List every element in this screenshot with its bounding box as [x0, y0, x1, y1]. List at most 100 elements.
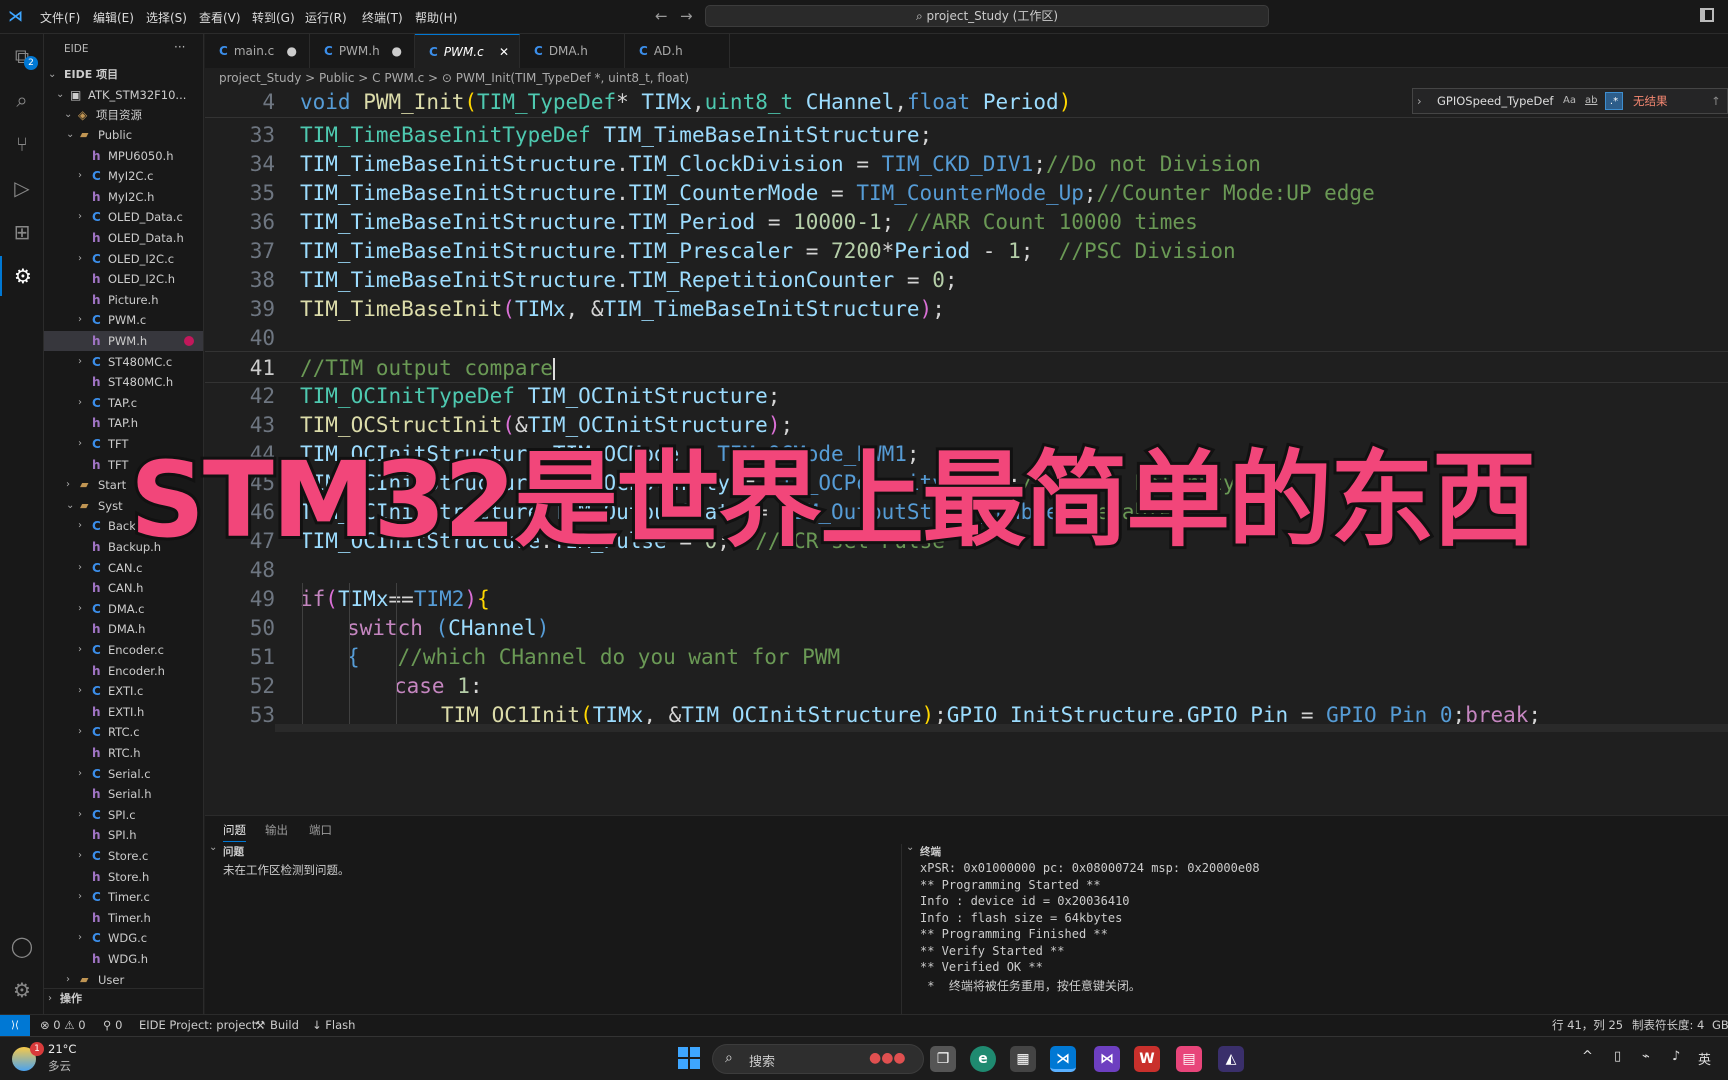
panel-tab[interactable]: 输出: [265, 822, 288, 838]
file-item[interactable]: › C Serial.c: [44, 764, 203, 784]
unsaved-dot-icon[interactable]: ●: [287, 34, 297, 68]
code-line[interactable]: 42 TIM_OCInitTypeDef TIM_OCInitStructure;: [205, 380, 1728, 412]
folder-item[interactable]: › ▰ User: [44, 970, 203, 990]
menu-item[interactable]: 运行(R): [305, 9, 347, 26]
file-item[interactable]: › C EXTI.c: [44, 681, 203, 701]
edge-browser-icon[interactable]: e: [970, 1046, 996, 1072]
remote-indicator[interactable]: ⟩⟨: [0, 1015, 30, 1036]
task-view-icon[interactable]: ❐: [930, 1046, 956, 1072]
match-case-toggle[interactable]: Aa: [1563, 89, 1576, 113]
menu-item[interactable]: 终端(T): [362, 9, 403, 26]
menu-item[interactable]: 转到(G): [252, 9, 295, 26]
file-item[interactable]: h OLED_Data.h: [44, 228, 203, 248]
file-item[interactable]: h SPI.h: [44, 825, 203, 845]
problems-count[interactable]: ⊗ 0 ⚠ 0: [40, 1015, 86, 1036]
back-arrow-icon[interactable]: ←: [655, 7, 668, 25]
code-line[interactable]: 34 TIM_TimeBaseInitStructure.TIM_ClockDiv…: [205, 148, 1728, 180]
code-line[interactable]: 51 { //which CHannel do you want for PWM: [205, 641, 1728, 673]
tray-expand-icon[interactable]: ^: [1582, 1049, 1593, 1064]
tab-pwm-c[interactable]: C PWM.c ✕: [415, 34, 520, 68]
flash-button[interactable]: ↓ Flash: [312, 1015, 355, 1036]
code-line[interactable]: 35 TIM_TimeBaseInitStructure.TIM_CounterM…: [205, 177, 1728, 209]
tab-dma-h[interactable]: C DMA.h: [520, 34, 625, 68]
file-item[interactable]: h Timer.h: [44, 908, 203, 928]
folder-item[interactable]: ⌄ ▰ Public: [44, 125, 203, 145]
file-item[interactable]: › C PWM.c: [44, 310, 203, 330]
tab-size[interactable]: 制表符长度: 4: [1632, 1015, 1704, 1036]
chevron-down-icon[interactable]: ⌄: [906, 842, 914, 853]
vscode-taskbar-icon[interactable]: ⋊: [1050, 1046, 1076, 1072]
section-operations[interactable]: › 操作: [44, 988, 203, 1008]
file-item[interactable]: › C OLED_I2C.c: [44, 249, 203, 269]
file-item[interactable]: › C Encoder.c: [44, 640, 203, 660]
network-icon[interactable]: ⌁: [1642, 1049, 1650, 1064]
menu-item[interactable]: 选择(S): [146, 9, 187, 26]
code-line[interactable]: 52 case 1:: [205, 670, 1728, 702]
file-item[interactable]: › C WDG.c: [44, 928, 203, 948]
menu-item[interactable]: 帮助(H): [415, 9, 457, 26]
resources-node[interactable]: ⌄ ◈ 项目资源: [44, 105, 203, 125]
toggle-sidebar-icon[interactable]: [1700, 8, 1714, 22]
tab-ad-h[interactable]: C AD.h: [625, 34, 730, 68]
find-input[interactable]: GPIOSpeed_TypeDef: [1437, 89, 1553, 113]
project-node[interactable]: ⌄ ▣ ATK_STM32F10...: [44, 85, 203, 105]
code-line[interactable]: 41//TIM output compare: [205, 351, 1728, 383]
visual-studio-icon[interactable]: ⋈: [1094, 1046, 1120, 1072]
file-item[interactable]: h Serial.h: [44, 784, 203, 804]
file-item[interactable]: h WDG.h: [44, 949, 203, 969]
wps-office-icon[interactable]: W: [1134, 1046, 1160, 1072]
chevron-down-icon[interactable]: ⌄: [209, 842, 217, 853]
code-line[interactable]: 39 TIM_TimeBaseInit(TIMx, &TIM_TimeBaseIn…: [205, 293, 1728, 325]
extensions-icon[interactable]: ⊞: [0, 212, 44, 252]
file-item[interactable]: › C MyI2C.c: [44, 166, 203, 186]
code-line[interactable]: 33 TIM_TimeBaseInitTypeDef TIM_TimeBaseIn…: [205, 119, 1728, 151]
horizontal-scrollbar[interactable]: [275, 724, 1728, 732]
unsaved-dot-icon[interactable]: ●: [392, 34, 402, 68]
code-line[interactable]: 40: [205, 322, 1728, 354]
previous-match-icon[interactable]: ↑: [1711, 89, 1721, 113]
menu-item[interactable]: 编辑(E): [93, 9, 134, 26]
search-icon[interactable]: ⌕: [0, 80, 44, 120]
eide-chip-icon[interactable]: ⚙: [0, 256, 44, 296]
more-actions-icon[interactable]: ···: [174, 40, 185, 54]
run-debug-icon[interactable]: ▷: [0, 168, 44, 208]
file-item[interactable]: h RTC.h: [44, 743, 203, 763]
file-item[interactable]: › C DMA.c: [44, 599, 203, 619]
microphone-icon[interactable]: ♪: [1672, 1049, 1680, 1064]
menu-item[interactable]: 文件(F): [40, 9, 80, 26]
code-line[interactable]: 36 TIM_TimeBaseInitStructure.TIM_Period =…: [205, 206, 1728, 238]
file-item[interactable]: › C TAP.c: [44, 393, 203, 413]
taskbar-search[interactable]: ⌕ 搜索 ●●●: [712, 1044, 924, 1074]
explorer-icon[interactable]: ⧉: [0, 36, 44, 76]
breadcrumb[interactable]: project_Study > Public > C PWM.c > ⊙ PWM…: [205, 68, 1728, 88]
encoding[interactable]: GB: [1712, 1015, 1728, 1036]
input-language[interactable]: 英: [1698, 1049, 1711, 1068]
file-item[interactable]: h CAN.h: [44, 578, 203, 598]
file-item[interactable]: › C SPI.c: [44, 805, 203, 825]
cursor-position[interactable]: 行 41，列 25: [1552, 1015, 1623, 1036]
app-icon[interactable]: ◭: [1218, 1046, 1244, 1072]
file-item[interactable]: h Encoder.h: [44, 661, 203, 681]
file-item[interactable]: › C Timer.c: [44, 887, 203, 907]
whole-word-toggle[interactable]: ab: [1585, 89, 1597, 113]
file-item[interactable]: › C ST480MC.c: [44, 352, 203, 372]
build-button[interactable]: Build: [270, 1015, 299, 1036]
chevron-right-icon[interactable]: ›: [1417, 89, 1422, 113]
file-item[interactable]: › C OLED_Data.c: [44, 207, 203, 227]
command-center-search[interactable]: ⌕ project_Study (工作区): [705, 5, 1269, 27]
panel-tab[interactable]: 端口: [309, 822, 332, 838]
file-item[interactable]: › C RTC.c: [44, 722, 203, 742]
terminal-view[interactable]: ⌄ 终端 xPSR: 0x01000000 pc: 0x08000724 msp…: [901, 842, 1728, 1016]
file-item[interactable]: › C Store.c: [44, 846, 203, 866]
ports-count[interactable]: ⚲ 0: [103, 1015, 122, 1036]
regex-toggle[interactable]: .*: [1605, 92, 1623, 110]
eide-project-status[interactable]: EIDE Project: project: [139, 1015, 256, 1036]
start-button[interactable]: [678, 1047, 700, 1069]
code-line[interactable]: 38 TIM_TimeBaseInitStructure.TIM_Repetiti…: [205, 264, 1728, 296]
code-line[interactable]: 50 switch (CHannel): [205, 612, 1728, 644]
menu-item[interactable]: 查看(V): [199, 9, 241, 26]
file-item[interactable]: h OLED_I2C.h: [44, 269, 203, 289]
section-eide-project[interactable]: ⌄ EIDE 项目: [44, 65, 203, 85]
file-item[interactable]: h MyI2C.h: [44, 187, 203, 207]
store-icon[interactable]: ▦: [1010, 1046, 1036, 1072]
